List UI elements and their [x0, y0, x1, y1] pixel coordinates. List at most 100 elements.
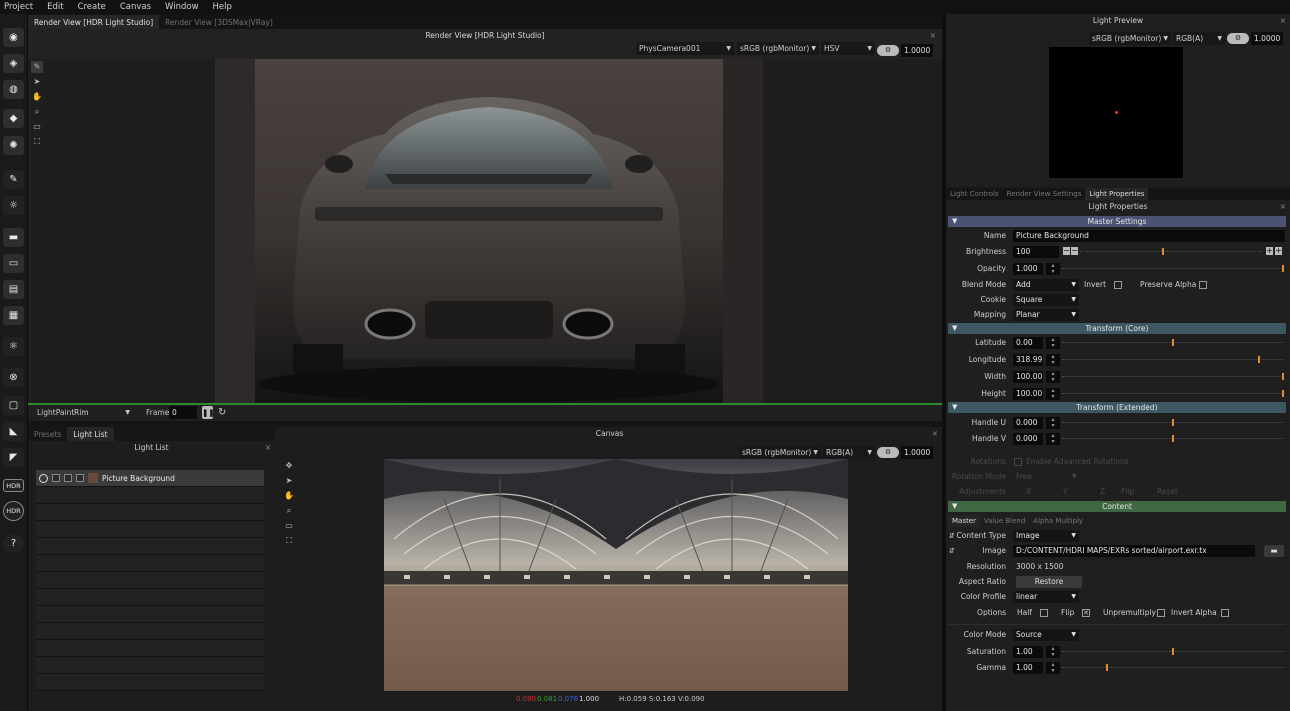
sun-icon[interactable]: ☼	[3, 196, 24, 215]
help-icon[interactable]: ?	[3, 534, 24, 553]
blend-mode-select[interactable]: Add ▼	[1013, 279, 1079, 291]
tab-value-blend[interactable]: Value Blend	[980, 515, 1029, 527]
flip-checkbox-checked[interactable]: ✕	[1082, 609, 1090, 617]
channel-select[interactable]: HSV ▼	[821, 42, 875, 55]
hdri-canvas-image[interactable]	[384, 459, 848, 691]
menu-create[interactable]: Create	[78, 2, 106, 12]
width-spinner[interactable]: ▴ ▾	[1046, 371, 1060, 383]
opacity-spinner[interactable]: ▴ ▾	[1046, 263, 1060, 275]
export-icon[interactable]: ◤	[3, 448, 24, 467]
canvas-channel-select[interactable]: RGB(A) ▼	[823, 446, 875, 459]
pointer-icon[interactable]: ➤	[283, 475, 295, 487]
content-header[interactable]: ▼ Content	[948, 501, 1286, 512]
close-icon[interactable]: ×	[930, 29, 936, 42]
tab-render-view-vray[interactable]: Render View [3DSMax|VRay]	[159, 15, 279, 29]
color-mode-select[interactable]: Source ▼	[1013, 629, 1079, 641]
hand-icon[interactable]: ✋	[31, 91, 43, 103]
frame-input[interactable]: 0	[169, 406, 197, 419]
width-slider[interactable]	[1062, 376, 1284, 377]
render-view-viewport[interactable]	[46, 59, 942, 403]
content-type-select[interactable]: Image ▼	[1013, 530, 1079, 542]
handle-v-slider-handle[interactable]	[1172, 435, 1174, 442]
tab-alpha-multiply[interactable]: Alpha Multiply	[1029, 515, 1087, 527]
atom-icon[interactable]: ⚛	[3, 337, 24, 356]
light-effect-icon[interactable]: ✺	[3, 136, 24, 155]
width-field[interactable]: 100.00	[1013, 371, 1043, 383]
tab-light-controls[interactable]: Light Controls	[946, 188, 1003, 200]
opacity-slider-handle[interactable]	[1282, 265, 1284, 272]
add-light-diamond-icon[interactable]: ◈	[3, 54, 24, 73]
exposure-value[interactable]: 1.0000	[901, 44, 933, 57]
handle-u-spinner[interactable]: ▴ ▾	[1046, 417, 1060, 429]
transform-extended-header[interactable]: ▼ Transform (Extended)	[948, 402, 1286, 413]
camera-select[interactable]: PhysCamera001 ▼	[636, 42, 734, 55]
handle-u-slider-handle[interactable]	[1172, 419, 1174, 426]
longitude-slider[interactable]	[1062, 359, 1284, 360]
refresh-icon[interactable]: ↻	[218, 406, 226, 419]
image-path-field[interactable]: D:/CONTENT/HDRI MAPS/EXRs sorted/airport…	[1013, 545, 1255, 557]
increase-icon[interactable]: +	[1275, 247, 1282, 255]
add-light-soft-icon[interactable]: ◍	[3, 80, 24, 99]
saturation-spinner[interactable]: ▴ ▾	[1046, 646, 1060, 658]
width-slider-handle[interactable]	[1282, 373, 1284, 380]
gamma-slider-handle[interactable]	[1106, 664, 1108, 671]
zoom-icon[interactable]: ⌕	[31, 106, 43, 118]
mapping-select[interactable]: Planar ▼	[1013, 309, 1079, 321]
hdr-save-icon[interactable]: HDR	[3, 501, 24, 521]
hdr-icon[interactable]: HDR	[3, 479, 24, 492]
frame-icon[interactable]: ▢	[3, 396, 24, 415]
invert-alpha-checkbox[interactable]	[1221, 609, 1229, 617]
preview-color-space-select[interactable]: sRGB (rgbMonitor) ▼	[1089, 32, 1171, 45]
tab-presets[interactable]: Presets	[28, 427, 67, 441]
half-checkbox[interactable]	[1040, 609, 1048, 617]
lock-checkbox[interactable]	[64, 474, 72, 482]
menu-project[interactable]: Project	[4, 2, 33, 12]
add-light-sphere-icon[interactable]: ◉	[3, 28, 24, 47]
pointer-icon[interactable]: ➤	[31, 76, 43, 88]
unpremultiply-checkbox[interactable]	[1157, 609, 1165, 617]
zoom-icon[interactable]: ⌕	[283, 505, 295, 517]
fit-icon[interactable]: ⛶	[283, 535, 295, 547]
invert-checkbox[interactable]	[1114, 281, 1122, 289]
color-space-select[interactable]: sRGB (rgbMonitor) ▼	[737, 42, 819, 55]
menu-help[interactable]: Help	[213, 2, 232, 12]
brightness-slider[interactable]	[1080, 251, 1262, 252]
master-settings-header[interactable]: ▼ Master Settings	[948, 216, 1286, 227]
height-field[interactable]: 100.00	[1013, 388, 1043, 400]
menu-edit[interactable]: Edit	[47, 2, 63, 12]
fit-icon[interactable]: ⛶	[31, 136, 43, 148]
latitude-field[interactable]: 0.00	[1013, 337, 1043, 349]
tab-render-view-settings[interactable]: Render View Settings	[1003, 188, 1086, 200]
camera-icon[interactable]: ◣	[3, 422, 24, 441]
gamma-spinner[interactable]: ▴ ▾	[1046, 662, 1060, 674]
cookie-select[interactable]: Square ▼	[1013, 294, 1079, 306]
image-light-icon[interactable]: ▭	[3, 254, 24, 273]
canvas-color-space-select[interactable]: sRGB (rgbMonitor) ▼	[739, 446, 821, 459]
tab-light-properties[interactable]: Light Properties	[1085, 188, 1149, 200]
longitude-field[interactable]: 318.99	[1013, 354, 1043, 366]
folder-icon[interactable]: ▬	[1264, 545, 1284, 557]
height-slider[interactable]	[1062, 393, 1284, 394]
brightness-slider-handle[interactable]	[1161, 248, 1164, 255]
close-icon[interactable]: ×	[1280, 14, 1286, 28]
decrease-small-icon[interactable]: −	[1071, 247, 1078, 255]
move-tool-icon[interactable]: ✥	[283, 460, 295, 472]
increase-small-icon[interactable]: +	[1266, 247, 1273, 255]
close-icon[interactable]: ×	[265, 441, 271, 454]
paint-tool-icon[interactable]: ✎	[31, 61, 43, 73]
opacity-field[interactable]: 1.000	[1013, 263, 1043, 275]
hand-icon[interactable]: ✋	[283, 490, 295, 502]
name-field[interactable]: Picture Background	[1013, 230, 1285, 242]
list-item[interactable]: Picture Background	[36, 470, 264, 487]
strip-light-icon[interactable]: ▤	[3, 280, 24, 299]
close-icon[interactable]: ×	[1280, 201, 1286, 212]
solo-checkbox[interactable]	[52, 474, 60, 482]
menu-canvas[interactable]: Canvas	[120, 2, 151, 12]
handle-u-field[interactable]: 0.000	[1013, 417, 1043, 429]
gamma-slider[interactable]	[1062, 667, 1284, 668]
handle-v-spinner[interactable]: ▴ ▾	[1046, 433, 1060, 445]
latitude-spinner[interactable]: ▴ ▾	[1046, 337, 1060, 349]
preview-exposure-value[interactable]: 1.0000	[1251, 32, 1283, 45]
preserve-alpha-checkbox[interactable]	[1199, 281, 1207, 289]
gradient-icon[interactable]: ▬	[3, 228, 24, 247]
